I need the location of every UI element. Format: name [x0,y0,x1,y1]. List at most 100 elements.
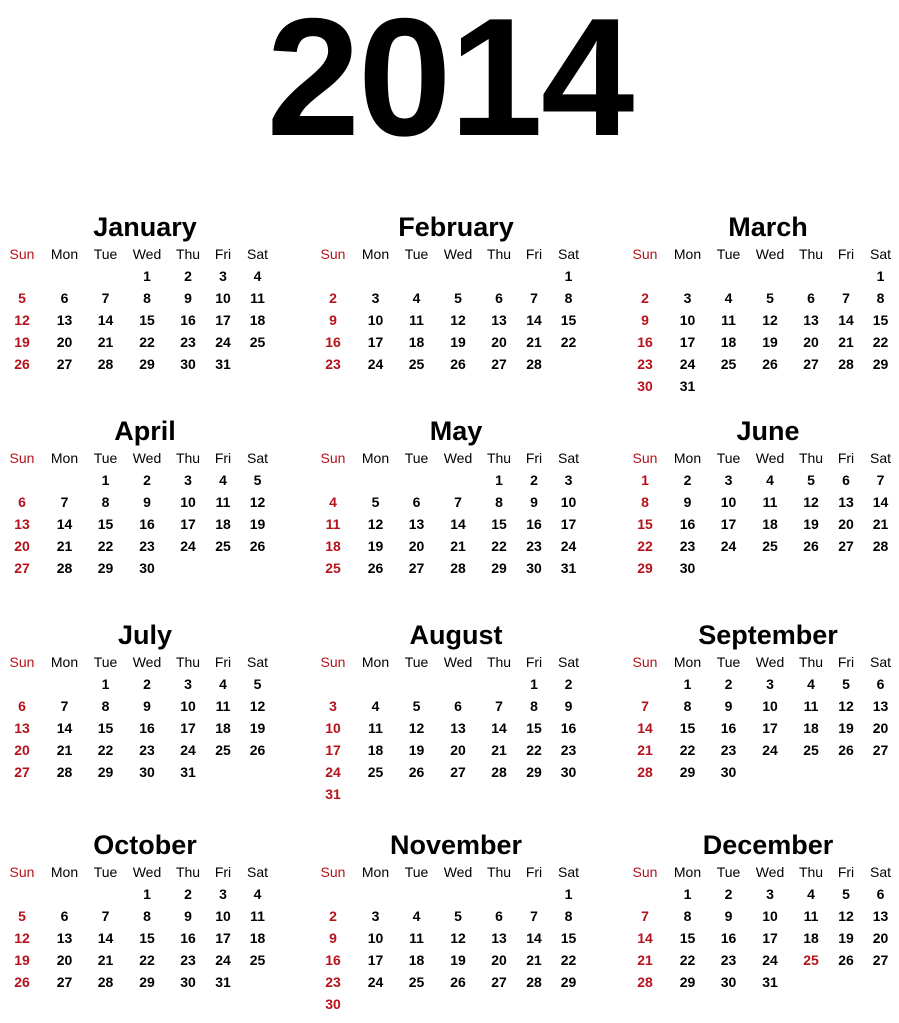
month-name: October [93,830,197,860]
day: 7 [842,290,850,306]
weekday-tue: Tue [93,654,118,670]
weekday-sun: Sun [632,864,658,880]
empty-cell [708,265,749,287]
month-name: February [398,212,514,242]
day: 23 [139,742,155,758]
day: 26 [249,538,266,554]
day: 29 [97,764,114,780]
day: 13 [56,930,73,946]
month-october: October Sun Mon Tue Wed Thu Fri Sat 1 2 3 4 5 6 7 8 9 10 1… [0,830,290,993]
day: 6 [60,290,69,306]
day: 8 [564,290,573,306]
weekday-mon: Mon [673,450,702,466]
day: 13 [491,312,507,328]
day: 10 [762,698,778,714]
day: 8 [101,698,110,714]
day: 4 [253,886,262,902]
day-sunday: 16 [637,334,653,350]
weekday-fri: Fri [837,450,855,466]
day-sunday: 20 [14,538,30,554]
day: 26 [762,356,778,372]
day: 21 [838,334,854,350]
day: 22 [679,742,696,758]
month-february: February Sun Mon Tue Wed Thu Fri Sat 1 2 3 4 5 6 7 8 9 10… [311,212,601,375]
day: 9 [724,908,733,924]
weekday-mon: Mon [50,654,79,670]
weekday-mon: Mon [50,864,79,880]
weekday-wed: Wed [132,450,162,466]
month-name: July [117,620,173,650]
day: 8 [683,698,692,714]
day: 27 [56,974,73,990]
day: 30 [139,764,155,780]
day: 2 [683,472,692,488]
day-sunday: 20 [14,742,30,758]
day: 17 [180,516,196,532]
day-sunday: 23 [637,356,653,372]
day: 29 [560,974,577,990]
day: 18 [249,930,266,946]
day: 22 [526,742,542,758]
day: 14 [97,312,114,328]
day: 2 [143,472,151,488]
weekday-fri: Fri [214,654,232,670]
day: 1 [876,268,885,284]
day: 8 [143,290,151,306]
day: 11 [250,290,265,306]
weekday-sat: Sat [557,246,579,262]
day-sunday: 15 [637,516,653,532]
day-holiday: 25 [803,952,819,968]
day: 17 [762,930,778,946]
day: 2 [724,886,733,902]
empty-cell [479,265,519,287]
day: 21 [491,742,507,758]
day: 24 [762,742,778,758]
weekday-thu: Thu [175,246,201,262]
month-march: March Sun Mon Tue Wed Thu Fri Sat 1 2 3 4 5 6 7 8 9 10 11 1… [623,212,899,397]
day: 4 [371,698,380,714]
weekday-sat: Sat [557,450,579,466]
day: 31 [679,378,696,394]
month-september: September Sun Mon Tue Wed Thu Fri Sat 1 2 3 4 5 6 7 8 9 1… [623,620,899,783]
weekday-sat: Sat [246,864,268,880]
weekday-header: Sun Mon Tue Wed Thu Fri Sat [0,245,290,263]
day: 14 [872,494,889,510]
weekday-header: Sun Mon Tue Wed Thu Fri Sat [623,245,899,263]
day-sunday: 19 [14,334,30,350]
day: 21 [526,334,542,350]
day: 17 [367,334,384,350]
day: 21 [450,538,466,554]
day: 30 [720,764,737,780]
month-name: November [389,830,523,860]
day: 1 [101,676,110,692]
day: 2 [184,886,192,902]
day: 28 [491,764,507,780]
weekday-tue: Tue [716,864,741,880]
day: 7 [101,290,110,306]
day: 18 [803,720,819,736]
day: 31 [180,764,196,780]
day: 16 [139,516,155,532]
day: 6 [60,908,69,924]
day: 19 [762,334,778,350]
day: 11 [409,312,424,328]
empty-cell [791,265,831,287]
day: 24 [762,952,778,968]
day: 9 [143,494,151,510]
day: 20 [872,720,889,736]
day: 16 [526,516,542,532]
weekday-wed: Wed [443,864,473,880]
month-august: August Sun Mon Tue Wed Thu Fri Sat 1 2 3 4 5 6 7 8 9 10 11… [311,620,601,805]
day: 20 [491,334,507,350]
day: 9 [530,494,538,510]
day-sunday: 2 [329,290,337,306]
month-january: January Sun Mon Tue Wed Thu Fri Sat 1 2 3 4 5 6 7 8 9 10 1… [0,212,290,375]
day-sunday: 13 [14,720,30,736]
day: 9 [564,698,573,714]
day: 9 [184,290,192,306]
day-sunday: 11 [325,516,341,532]
day: 3 [219,886,227,902]
weekday-sat: Sat [557,864,579,880]
day: 20 [803,334,819,350]
weekday-sat: Sat [246,654,268,670]
